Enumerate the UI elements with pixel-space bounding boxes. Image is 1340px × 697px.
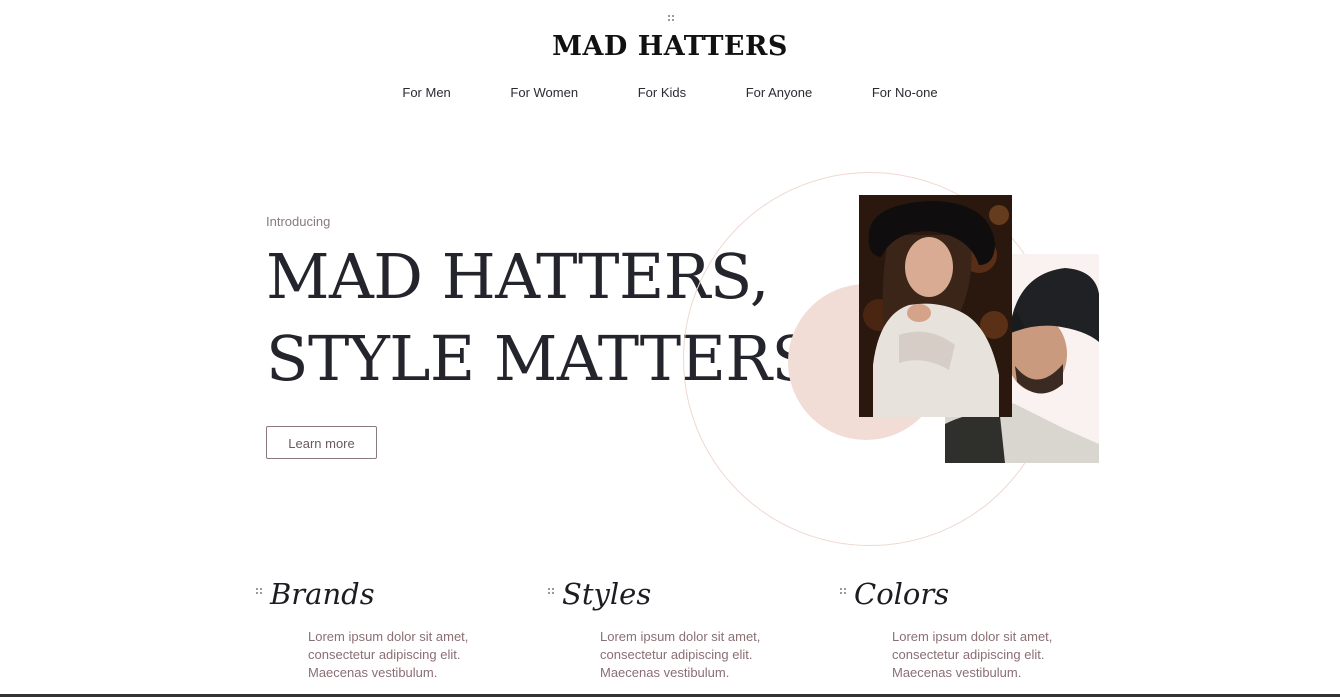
page: MAD HATTERS For Men For Women For Kids F… [0,0,1340,697]
section-description: Lorem ipsum dolor sit amet, consectetur … [892,628,1052,682]
hero-eyebrow: Introducing [266,214,331,229]
main-nav: For Men For Women For Kids For Anyone Fo… [0,84,1340,102]
section-text-line: consectetur adipiscing elit. [600,647,753,662]
section-text-line: Maecenas vestibulum. [600,665,730,680]
woman-in-hat-illustration [859,195,1012,417]
section-text-line: Lorem ipsum dolor sit amet, [892,629,1053,644]
section-text-line: Lorem ipsum dolor sit amet, [308,629,469,644]
section-text-line: Lorem ipsum dolor sit amet, [600,629,761,644]
woman-in-hat-photo [859,195,1012,417]
section-text-line: Maecenas vestibulum. [308,665,438,680]
section-text-line: consectetur adipiscing elit. [308,647,461,662]
section-brands: Brands [270,576,375,612]
section-title: Brands [270,577,375,611]
site-logo[interactable]: MAD HATTERS [0,28,1340,66]
section-styles: Styles [562,576,651,612]
nav-item-men[interactable]: For Men [402,84,450,102]
section-title: Colors [854,577,950,611]
section-title: Styles [562,577,652,611]
section-text-line: Maecenas vestibulum. [892,665,1022,680]
nav-item-women[interactable]: For Women [510,84,578,102]
section-description: Lorem ipsum dolor sit amet, consectetur … [308,628,468,682]
nav-item-kids[interactable]: For Kids [638,84,686,102]
drag-handle-icon[interactable] [840,588,846,594]
nav-item-anyone[interactable]: For Anyone [746,84,813,102]
section-text-line: consectetur adipiscing elit. [892,647,1045,662]
drag-handle-icon[interactable] [548,588,554,594]
section-colors: Colors [854,576,949,612]
drag-handle-icon[interactable] [668,15,674,21]
nav-item-no-one[interactable]: For No-one [872,84,938,102]
section-description: Lorem ipsum dolor sit amet, consectetur … [600,628,760,682]
drag-handle-icon[interactable] [256,588,262,594]
learn-more-button[interactable]: Learn more [266,426,377,459]
